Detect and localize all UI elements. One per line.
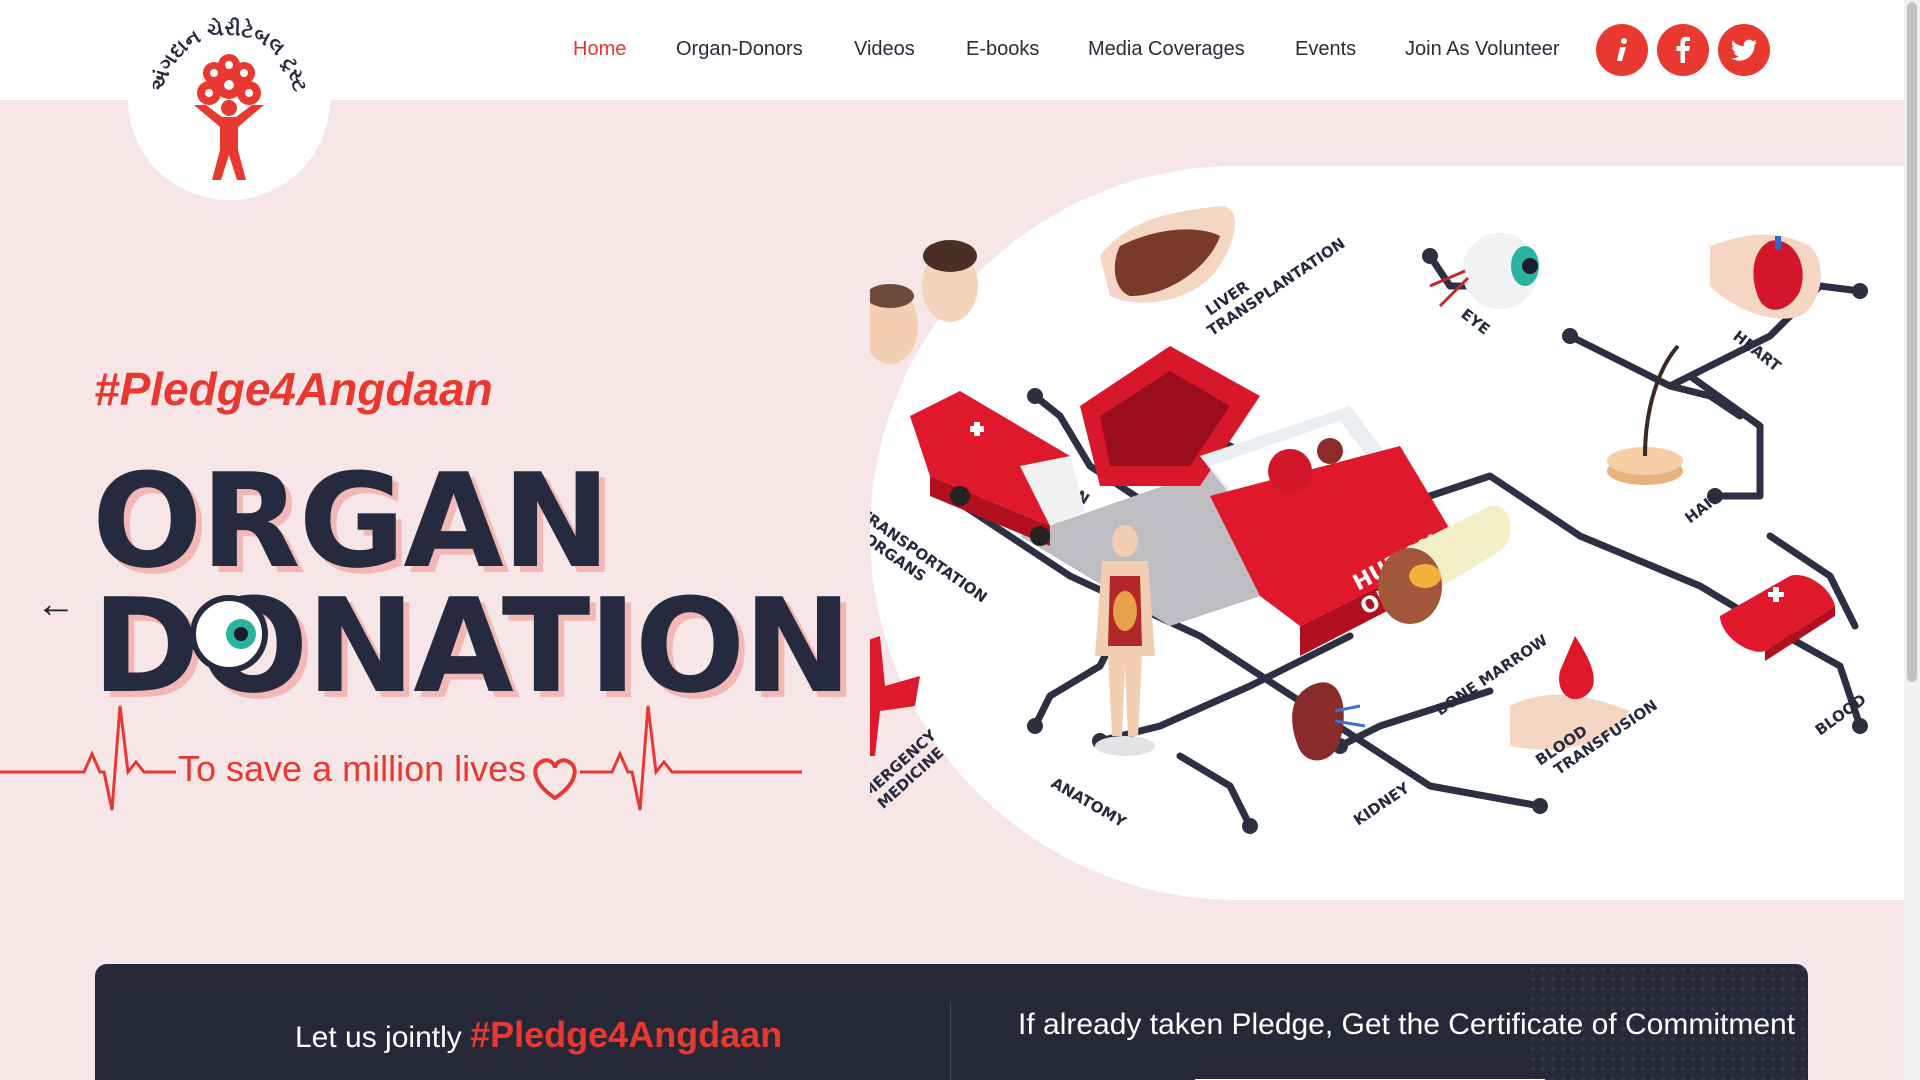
nav-media-coverages[interactable]: Media Coverages [1088, 38, 1245, 61]
info-button[interactable] [1596, 24, 1648, 76]
nav-ebooks[interactable]: E-books [966, 38, 1039, 61]
facebook-button[interactable] [1657, 24, 1709, 76]
hero-hashtag: #Pledge4Angdaan [94, 363, 493, 415]
pledge-call-to-action: Let us jointly #Pledge4Angdaan [295, 1014, 782, 1056]
liver-icon [1100, 206, 1235, 303]
hero-tagline: To save a million lives [178, 748, 527, 789]
page-scrollbar[interactable] [1904, 0, 1920, 1080]
pledge-divider [950, 1004, 951, 1080]
info-icon [1617, 38, 1627, 61]
label-anatomy: ANATOMY [1048, 774, 1130, 832]
heart-organ-icon [1710, 234, 1821, 319]
slider-prev-arrow[interactable]: ← [36, 584, 76, 624]
angdaan-logo-icon: અંગદાન ચેરીટેબલ ટ્રસ્ટ [145, 16, 312, 180]
nav-home[interactable]: Home [573, 38, 626, 61]
hero-slider: #Pledge4Angdaan ORGAN DONATION To save a… [0, 100, 1904, 960]
kidney-icon [1292, 682, 1366, 761]
organ-infographic: HUMAN ORGAN HAIR TRANSPLANTATION LIVER [870, 166, 1904, 900]
eyeball-icon [1429, 233, 1539, 309]
heart-icon [533, 758, 577, 801]
certificate-text: If already taken Pledge, Get the Certifi… [1018, 1008, 1796, 1041]
nav-join-volunteer[interactable]: Join As Volunteer [1405, 38, 1560, 61]
hair-transplantation-icon [870, 240, 978, 364]
hair-follicle-icon [1607, 344, 1683, 485]
twitter-button[interactable] [1718, 24, 1770, 76]
label-kidney: KIDNEY [1350, 778, 1414, 829]
svg-text:EMERGENCY MEDICINE: EMERGENCY MEDICINE [870, 723, 956, 823]
emergency-medicine-icon [870, 636, 920, 756]
nav-organ-donors[interactable]: Organ-Donors [676, 38, 803, 61]
blood-bag-icon [1720, 575, 1835, 661]
pledge-banner: Let us jointly #Pledge4Angdaan If alread… [95, 964, 1808, 1080]
pledge-hashtag[interactable]: #Pledge4Angdaan [470, 1014, 782, 1055]
nav-videos[interactable]: Videos [854, 38, 915, 61]
facebook-icon [1676, 36, 1690, 63]
twitter-icon [1731, 39, 1757, 61]
scrollbar-thumb[interactable] [1907, 2, 1917, 682]
eye-icon [190, 595, 268, 673]
label-eye: EYE [1458, 305, 1494, 338]
site-logo[interactable]: અંગદાન ચેરીટેબલ ટ્રસ્ટ [128, 0, 330, 200]
pledge-prefix-text: Let us jointly [295, 1021, 462, 1054]
nav-events[interactable]: Events [1295, 38, 1356, 61]
